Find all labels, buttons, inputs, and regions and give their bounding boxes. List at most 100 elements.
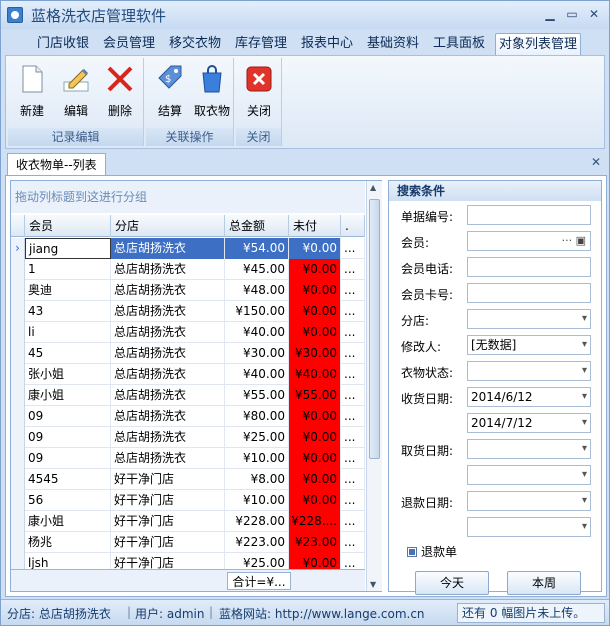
clothes-status-input[interactable]: [467, 361, 591, 381]
row-indicator[interactable]: [11, 532, 25, 553]
table-row[interactable]: 奥迪 总店胡扬洗衣 ¥48.00 ¥0.00...: [11, 280, 365, 301]
tab-tools[interactable]: 工具面板: [427, 33, 491, 55]
scroll-down-icon[interactable]: ▼: [370, 580, 376, 589]
table-row[interactable]: 张小姐 总店胡扬洗衣 ¥40.00 ¥40.00...: [11, 364, 365, 385]
cell-more[interactable]: ...: [341, 532, 365, 553]
cell-more[interactable]: ...: [341, 427, 365, 448]
scroll-up-icon[interactable]: ▲: [370, 183, 376, 192]
row-indicator[interactable]: [11, 301, 25, 322]
tab-reports[interactable]: 报表中心: [295, 33, 359, 55]
table-row[interactable]: 43 总店胡扬洗衣 ¥150.00 ¥0.00...: [11, 301, 365, 322]
tab-cashier[interactable]: 门店收银: [31, 33, 95, 55]
cell-more[interactable]: ...: [341, 385, 365, 406]
today-button[interactable]: 今天: [415, 571, 489, 595]
table-row[interactable]: 4545 好干净门店 ¥8.00 ¥0.00...: [11, 469, 365, 490]
member-phone-input[interactable]: [467, 257, 591, 277]
row-indicator[interactable]: [11, 490, 25, 511]
cell-more[interactable]: ...: [341, 280, 365, 301]
row-indicator[interactable]: [11, 280, 25, 301]
modifier-input[interactable]: [无数据]: [467, 335, 591, 355]
row-indicator[interactable]: [11, 406, 25, 427]
status-sep-2: |: [209, 605, 214, 619]
grid-scrollbar[interactable]: ▲ ▼: [366, 181, 382, 591]
pickup-date-to-input[interactable]: [467, 465, 591, 485]
minimize-button[interactable]: ▁: [539, 5, 561, 23]
cell-unpaid: ¥0.00: [289, 469, 341, 490]
table-row[interactable]: 45 总店胡扬洗衣 ¥30.00 ¥30.00...: [11, 343, 365, 364]
table-row[interactable]: 康小姐 总店胡扬洗衣 ¥55.00 ¥55.00...: [11, 385, 365, 406]
scroll-thumb[interactable]: [369, 199, 380, 459]
cell-more[interactable]: ...: [341, 259, 365, 280]
cell-more[interactable]: ...: [341, 322, 365, 343]
cell-unpaid: ¥0.00: [289, 448, 341, 469]
member-card-input[interactable]: [467, 283, 591, 303]
tab-inventory[interactable]: 库存管理: [229, 33, 293, 55]
red-x-icon: [105, 64, 135, 94]
row-indicator[interactable]: [11, 343, 25, 364]
header-member[interactable]: 会员: [25, 215, 111, 237]
cell-more[interactable]: ...: [341, 469, 365, 490]
cell-more[interactable]: ...: [341, 364, 365, 385]
table-row[interactable]: 杨兆 好干净门店 ¥223.00 ¥23.00...: [11, 532, 365, 553]
maximize-button[interactable]: ▭: [561, 5, 583, 23]
header-more[interactable]: .: [341, 215, 365, 237]
cell-more[interactable]: ...: [341, 301, 365, 322]
new-button[interactable]: 新建: [10, 62, 54, 124]
table-row[interactable]: li 总店胡扬洗衣 ¥40.00 ¥0.00...: [11, 322, 365, 343]
price-tag-icon: $: [155, 64, 185, 94]
receive-date-from-input[interactable]: 2014/6/12: [467, 387, 591, 407]
table-row[interactable]: 09 总店胡扬洗衣 ¥25.00 ¥0.00...: [11, 427, 365, 448]
row-indicator[interactable]: [11, 427, 25, 448]
pencil-icon: [61, 64, 91, 94]
header-total[interactable]: 总金额: [225, 215, 289, 237]
member-picker-icon[interactable]: ··· ▣: [562, 232, 586, 250]
row-indicator[interactable]: [11, 448, 25, 469]
member-input[interactable]: ··· ▣: [467, 231, 591, 251]
cell-more[interactable]: ...: [341, 343, 365, 364]
table-row[interactable]: › jiang 总店胡扬洗衣 ¥54.00 ¥0.00...: [11, 238, 365, 259]
order-number-input[interactable]: [467, 205, 591, 225]
header-unpaid[interactable]: 未付: [289, 215, 341, 237]
pickup-date-from-input[interactable]: [467, 439, 591, 459]
close-button[interactable]: 关闭: [237, 62, 281, 124]
table-row[interactable]: 1 总店胡扬洗衣 ¥45.00 ¥0.00...: [11, 259, 365, 280]
tab-members[interactable]: 会员管理: [97, 33, 161, 55]
cell-more[interactable]: ...: [341, 238, 365, 259]
tab-transfer[interactable]: 移交衣物: [163, 33, 227, 55]
close-doc-icon[interactable]: ✕: [591, 155, 601, 169]
cell-more[interactable]: ...: [341, 406, 365, 427]
refund-checkbox-label[interactable]: 退款单: [421, 543, 457, 560]
store-input[interactable]: [467, 309, 591, 329]
order-number-label: 单据编号:: [401, 210, 454, 224]
refund-date-to-input[interactable]: [467, 517, 591, 537]
group-by-hint[interactable]: 拖动列标题到这进行分组: [11, 181, 365, 213]
close-window-button[interactable]: ✕: [583, 5, 605, 23]
refund-date-from-input[interactable]: [467, 491, 591, 511]
receive-date-to-input[interactable]: 2014/7/12: [467, 413, 591, 433]
delete-button[interactable]: 删除: [98, 62, 142, 124]
pickup-clothes-button[interactable]: 取衣物: [190, 62, 234, 124]
row-indicator[interactable]: [11, 259, 25, 280]
settle-button[interactable]: $ 结算: [148, 62, 192, 124]
cell-more[interactable]: ...: [341, 490, 365, 511]
table-row[interactable]: 09 总店胡扬洗衣 ¥80.00 ¥0.00...: [11, 406, 365, 427]
table-row[interactable]: 56 好干净门店 ¥10.00 ¥0.00...: [11, 490, 365, 511]
row-indicator[interactable]: ›: [11, 238, 25, 259]
row-indicator[interactable]: [11, 385, 25, 406]
row-indicator[interactable]: [11, 364, 25, 385]
table-row[interactable]: 09 总店胡扬洗衣 ¥10.00 ¥0.00...: [11, 448, 365, 469]
row-indicator[interactable]: [11, 511, 25, 532]
tab-basic-data[interactable]: 基础资料: [361, 33, 425, 55]
this-week-button[interactable]: 本周: [507, 571, 581, 595]
row-indicator[interactable]: [11, 322, 25, 343]
refund-checkbox[interactable]: [407, 547, 417, 557]
status-website[interactable]: 蓝格网站: http://www.lange.com.cn: [219, 605, 425, 622]
table-row[interactable]: 康小姐 好干净门店 ¥228.00 ¥228.......: [11, 511, 365, 532]
doc-tab-order-list[interactable]: 收衣物单--列表: [7, 153, 106, 175]
cell-more[interactable]: ...: [341, 448, 365, 469]
tab-object-list[interactable]: 对象列表管理: [495, 33, 581, 55]
edit-button[interactable]: 编辑: [54, 62, 98, 124]
header-store[interactable]: 分店: [111, 215, 225, 237]
row-indicator[interactable]: [11, 469, 25, 490]
cell-more[interactable]: ...: [341, 511, 365, 532]
